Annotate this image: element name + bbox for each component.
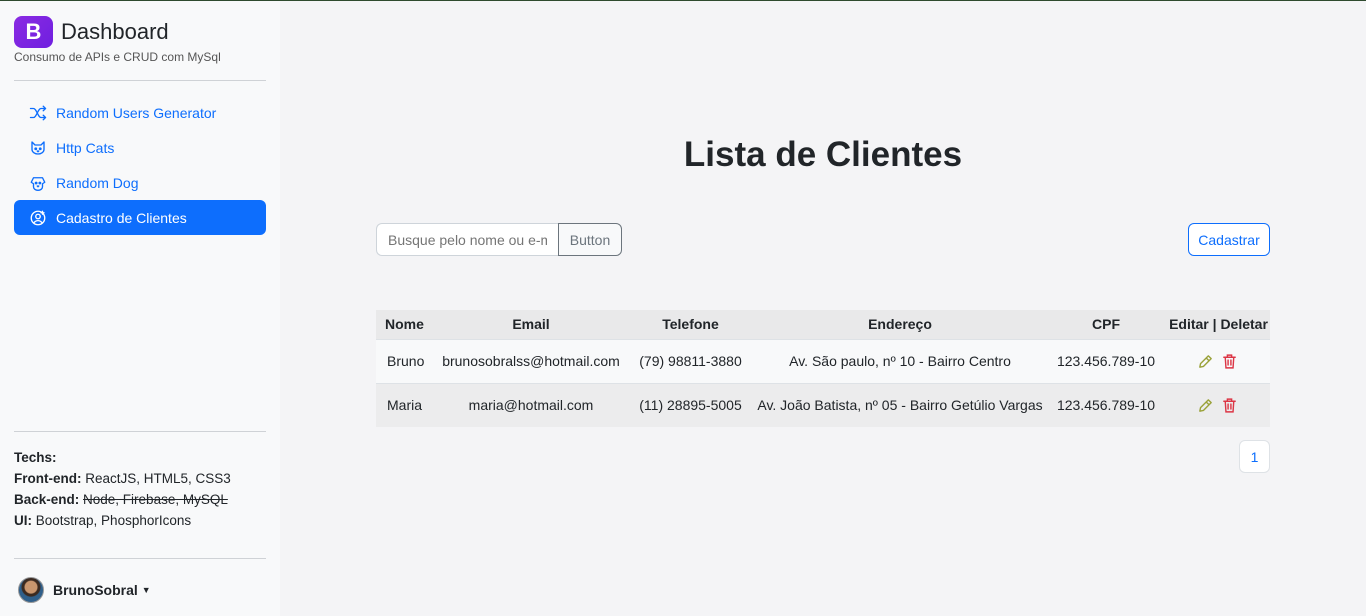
- frontend-label: Front-end:: [14, 471, 82, 486]
- table-header-row: Nome Email Telefone Endereço CPF Editar …: [376, 310, 1270, 339]
- pencil-icon[interactable]: [1197, 352, 1215, 370]
- search-group: Button: [376, 223, 622, 256]
- trash-icon[interactable]: [1221, 352, 1239, 370]
- column-header: Editar | Deletar: [1169, 316, 1268, 333]
- techs-heading: Techs:: [14, 450, 57, 465]
- column-header: CPF: [1092, 316, 1120, 333]
- techs-info: Techs: Front-end: ReactJS, HTML5, CSS3 B…: [14, 447, 231, 531]
- user-circle-plus-icon: [28, 208, 48, 228]
- backend-label: Back-end:: [14, 492, 80, 507]
- cell-cpf: 123.456.789-10: [1056, 397, 1156, 414]
- user-name: BrunoSobral: [53, 582, 138, 598]
- dog-icon: [28, 173, 48, 193]
- column-header: Nome: [385, 316, 424, 333]
- table-row: Maria maria@hotmail.com (11) 28895-5005 …: [376, 383, 1270, 427]
- sidebar-item-random-dog[interactable]: Random Dog: [14, 165, 266, 200]
- sidebar-item-http-cats[interactable]: Http Cats: [14, 130, 266, 165]
- column-header: Telefone: [662, 316, 719, 333]
- cell-endereco: Av. São paulo, nº 10 - Bairro Centro: [789, 353, 1011, 369]
- trash-icon[interactable]: [1221, 396, 1239, 414]
- cell-email: brunosobralss@hotmail.com: [442, 353, 620, 369]
- cadastrar-button[interactable]: Cadastrar: [1188, 223, 1270, 256]
- backend-value: Node, Firebase, MySQL: [83, 492, 228, 507]
- sidebar-item-cadastro-clientes[interactable]: Cadastro de Clientes: [14, 200, 266, 235]
- sidebar-item-label: Random Users Generator: [56, 104, 217, 121]
- sidebar: B Dashboard Consumo de APIs e CRUD com M…: [0, 1, 280, 616]
- sidebar-item-label: Http Cats: [56, 139, 115, 156]
- brand-title: Dashboard: [61, 19, 169, 44]
- table-row: Bruno brunosobralss@hotmail.com (79) 988…: [376, 339, 1270, 383]
- page-title: Lista de Clientes: [683, 135, 963, 174]
- avatar: [18, 577, 44, 603]
- sidebar-divider: [14, 431, 266, 432]
- shuffle-icon: [28, 103, 48, 123]
- search-input[interactable]: [376, 223, 558, 256]
- sidebar-divider: [14, 80, 266, 81]
- cat-icon: [28, 138, 48, 158]
- frontend-value: ReactJS, HTML5, CSS3: [85, 471, 231, 486]
- pagination-page-1[interactable]: 1: [1239, 440, 1270, 473]
- sidebar-item-label: Random Dog: [56, 174, 139, 191]
- caret-down-icon: ▼: [141, 585, 151, 595]
- cell-cpf: 123.456.789-10: [1056, 353, 1156, 369]
- cell-nome: Bruno: [387, 353, 425, 369]
- column-header: Email: [512, 316, 550, 333]
- sidebar-divider: [14, 558, 266, 559]
- search-button[interactable]: Button: [558, 223, 622, 256]
- cell-actions: [1165, 383, 1270, 427]
- cell-endereco: Av. João Batista, nº 05 - Bairro Getúlio…: [757, 397, 1043, 414]
- bootstrap-logo-icon: B: [14, 16, 53, 48]
- cell-telefone: (11) 28895-5005: [639, 397, 742, 414]
- column-header: Endereço: [868, 316, 932, 333]
- pencil-icon[interactable]: [1197, 396, 1215, 414]
- cell-actions: [1165, 339, 1270, 383]
- user-dropdown[interactable]: BrunoSobral ▼: [18, 577, 151, 603]
- cell-email: maria@hotmail.com: [468, 397, 594, 414]
- brand[interactable]: B Dashboard: [14, 16, 169, 48]
- sidebar-nav: Random Users Generator Http Cats Random …: [14, 95, 266, 235]
- sidebar-item-random-users[interactable]: Random Users Generator: [14, 95, 266, 130]
- cell-nome: Maria: [387, 397, 423, 414]
- sidebar-item-label: Cadastro de Clientes: [56, 209, 187, 226]
- clients-table: Nome Email Telefone Endereço CPF Editar …: [376, 310, 1270, 427]
- cell-telefone: (79) 98811-3880: [639, 353, 742, 369]
- brand-subtitle: Consumo de APIs e CRUD com MySql: [14, 50, 221, 64]
- ui-value: Bootstrap, PhosphorIcons: [35, 513, 192, 528]
- ui-label: UI:: [14, 513, 32, 528]
